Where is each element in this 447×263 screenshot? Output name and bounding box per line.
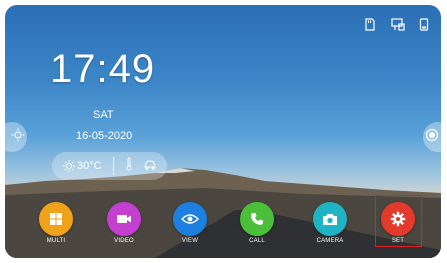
grid-icon xyxy=(39,202,73,236)
thermometer-icon xyxy=(125,157,133,176)
video-icon xyxy=(107,202,141,236)
sd-card-icon xyxy=(363,17,377,31)
sun-icon xyxy=(63,159,75,177)
car-icon xyxy=(143,158,157,176)
eye-icon xyxy=(173,202,207,236)
clock-date: 16-05-2020 xyxy=(76,130,133,142)
record-icon xyxy=(425,128,439,147)
selected-app-highlight xyxy=(375,195,422,247)
clock-time: 17:49 xyxy=(50,47,156,91)
app-view[interactable]: VIEW xyxy=(160,202,220,252)
app-multi[interactable]: MULTI xyxy=(26,202,86,252)
usb-icon xyxy=(391,17,405,31)
app-label: CAMERA xyxy=(316,238,344,244)
weather-divider xyxy=(113,157,114,175)
app-camera[interactable]: CAMERA xyxy=(300,202,360,252)
app-label: MULTI xyxy=(46,238,66,244)
temperature: 30°C xyxy=(77,160,102,172)
app-video[interactable]: VIDEO xyxy=(94,202,154,252)
phone-icon xyxy=(417,17,431,31)
app-call[interactable]: CALL xyxy=(227,202,287,252)
screen: 17:49 SAT 16-05-2020 30°C MULTI VIDEO VI… xyxy=(5,5,441,258)
clock-day: SAT xyxy=(93,109,114,121)
brightness-icon xyxy=(11,128,25,147)
phone-call-icon xyxy=(240,202,274,236)
weather-widget: 30°C xyxy=(52,152,167,180)
app-label: VIDEO xyxy=(114,238,134,244)
camera-icon xyxy=(313,202,347,236)
app-label: VIEW xyxy=(181,238,199,244)
app-label: CALL xyxy=(249,238,265,244)
